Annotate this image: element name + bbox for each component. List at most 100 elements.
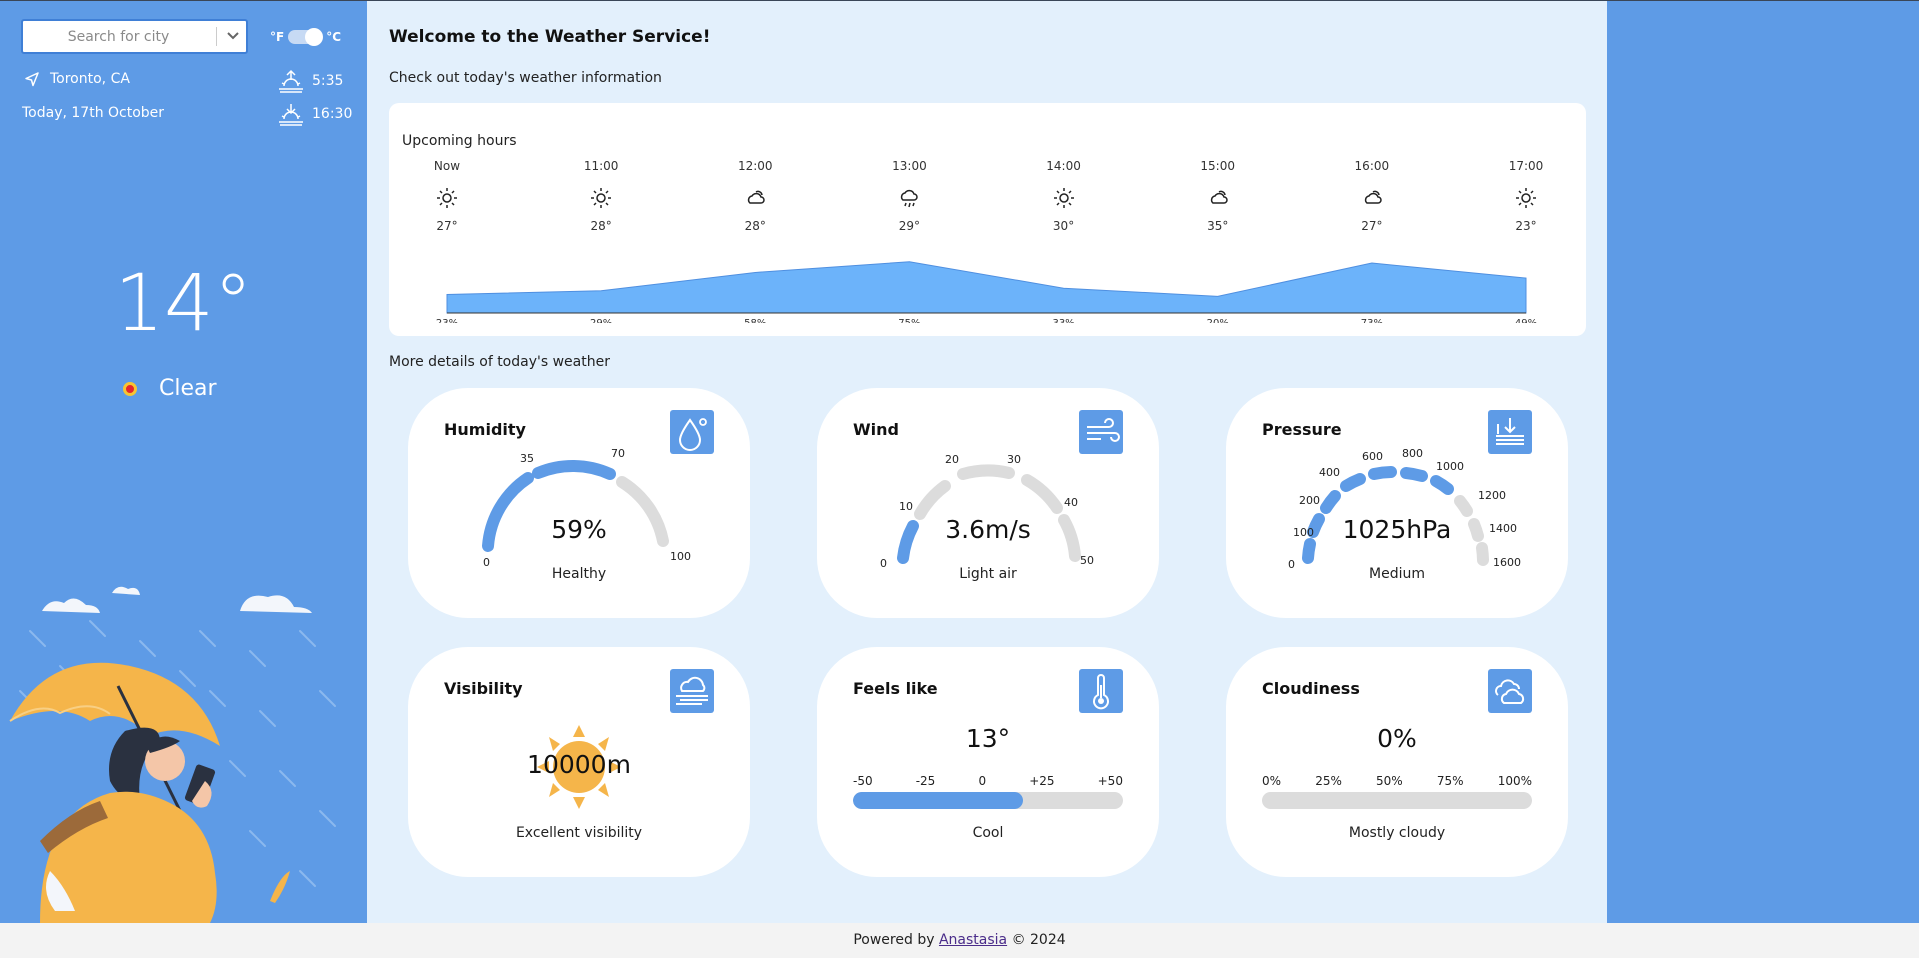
celsius-label: °C: [326, 30, 342, 44]
footer: Powered by Anastasia © 2024: [0, 923, 1919, 958]
hour-temperature: 35°: [1207, 219, 1229, 233]
wind-gauge: 0 10 20 30 40 50: [880, 453, 1094, 570]
scale-tick: 100%: [1497, 774, 1532, 788]
pressure-tick: 1200: [1478, 489, 1506, 502]
condition-label: Clear: [159, 376, 217, 401]
wind-tick: 30: [1007, 453, 1021, 466]
cloudiness-bar: [1262, 792, 1532, 809]
sun-icon: [437, 188, 457, 208]
hour-time: 16:00: [1354, 159, 1390, 173]
humidity-tick: 100: [670, 550, 691, 563]
pressure-tick: 200: [1299, 494, 1320, 507]
wind-value: 3.6m/s: [945, 515, 1031, 544]
wind-tick: 40: [1064, 496, 1078, 509]
thermometer-icon: [1079, 669, 1123, 713]
hour-temperature: 27°: [1361, 219, 1383, 233]
hour-column: 14:00 30°: [1024, 159, 1104, 233]
hour-column: 15:00 35°: [1178, 159, 1258, 233]
cloudiness-label: Mostly cloudy: [1348, 825, 1446, 841]
city-search-select[interactable]: [21, 19, 248, 54]
cloudiness-card: Cloudiness 0% 0% 25% 50% 75% 100% Mostly…: [1226, 647, 1568, 877]
clouds-icon: [1488, 669, 1532, 713]
unit-switch[interactable]: [288, 28, 324, 46]
wind-tick: 20: [945, 453, 959, 466]
upcoming-hours-card: Upcoming hours Now 27° 11:00 28° 12:00 28° 13:…: [389, 103, 1586, 336]
pressure-label: Medium: [1369, 566, 1425, 582]
page-subtitle: Check out today's weather information: [389, 70, 662, 86]
feels-like-fill: [853, 792, 1024, 809]
sidebar: °F °C Toronto, CA Today, 17th October 5:…: [0, 1, 367, 923]
sunset-icon: [279, 104, 303, 126]
cloudiness-title: Cloudiness: [1262, 679, 1360, 698]
hour-column: 12:00 28°: [715, 159, 795, 233]
humidity-card: Humidity 0 35 70 100 59% Healthy: [408, 388, 750, 618]
hour-column: 13:00 29°: [869, 159, 949, 233]
precipitation-area: [446, 261, 1527, 314]
pressure-tick: 800: [1402, 448, 1423, 460]
switch-knob: [305, 28, 324, 46]
sunrise-row: 5:35: [278, 69, 343, 93]
hour-temperature: 28°: [590, 219, 612, 233]
humidity-title: Humidity: [444, 420, 526, 439]
scale-tick: +25: [1029, 774, 1055, 788]
rain-umbrella-illustration: [9, 586, 336, 923]
humidity-tick: 35: [520, 452, 534, 465]
author-link[interactable]: Anastasia: [939, 932, 1007, 948]
scale-tick: +50: [1097, 774, 1123, 788]
feels-like-card: Feels like 13° -50 -25 0 +25 +50 Cool: [817, 647, 1159, 877]
footer-copyright: © 2024: [1011, 932, 1066, 948]
hour-column: 16:00 27°: [1332, 159, 1412, 233]
cloud-sun-icon: [748, 190, 765, 204]
feels-like-title: Feels like: [853, 679, 938, 698]
cloud-sun-icon: [1364, 190, 1382, 204]
feels-like-scale: -50 -25 0 +25 +50: [853, 774, 1123, 788]
cloudiness-value: 0%: [1377, 724, 1417, 753]
sunset-time: 16:30: [312, 106, 353, 122]
wind-card: Wind 0 10 20 30 40 50 3.6m/s Light air: [817, 388, 1159, 618]
sun-icon: [1053, 188, 1074, 208]
visibility-value: 10000m: [527, 750, 631, 779]
precipitation-label: 23%: [436, 318, 458, 323]
current-condition: Clear: [123, 376, 217, 401]
precipitation-label: 58%: [744, 318, 766, 323]
pressure-title: Pressure: [1262, 420, 1342, 439]
sun-icon: [1516, 188, 1536, 208]
wind-tick: 10: [899, 500, 913, 513]
scale-tick: 25%: [1315, 774, 1342, 788]
precipitation-label: 73%: [1361, 318, 1383, 323]
location-row: Toronto, CA: [24, 71, 130, 87]
visibility-label: Excellent visibility: [515, 825, 643, 841]
humidity-gauge: 0 35 70 100: [482, 448, 691, 569]
precipitation-label: 33%: [1052, 318, 1074, 323]
precipitation-label: 49%: [1515, 318, 1537, 323]
current-temperature: 14°: [114, 259, 253, 349]
cloudiness-scale: 0% 25% 50% 75% 100%: [1262, 774, 1532, 788]
search-input[interactable]: [25, 23, 212, 50]
scale-tick: -25: [915, 774, 936, 788]
humidity-tick: 70: [611, 448, 625, 460]
chevron-down-icon[interactable]: [223, 26, 243, 46]
precipitation-label: 75%: [898, 318, 920, 323]
pressure-tick: 1000: [1436, 460, 1464, 473]
unit-toggle[interactable]: °F °C: [270, 27, 341, 47]
hour-temperature: 23°: [1515, 219, 1537, 233]
clear-sun-icon: [123, 381, 137, 396]
pressure-tick: 600: [1362, 450, 1383, 463]
app: °F °C Toronto, CA Today, 17th October 5:…: [0, 0, 1919, 923]
wind-label: Light air: [959, 566, 1017, 582]
location-city: Toronto, CA: [50, 71, 130, 87]
pressure-card: Pressure 0 100 200 400 600 800 1000 1200…: [1226, 388, 1568, 618]
precipitation-label: 29%: [590, 318, 612, 323]
current-date: Today, 17th October: [22, 105, 165, 121]
fog-icon: [670, 669, 714, 713]
sunset-row: 16:30: [278, 102, 352, 126]
humidity-label: Healthy: [551, 566, 607, 582]
hour-temperature: 27°: [436, 219, 458, 233]
hour-time: 13:00: [892, 159, 927, 173]
pressure-value: 1025hPa: [1342, 515, 1452, 544]
pressure-gauge: 0 100 200 400 600 800 1000 1200 1400 160…: [1288, 448, 1521, 571]
hour-column: 17:00 23°: [1486, 159, 1566, 233]
cloud-rain-icon: [901, 189, 919, 208]
hour-time: 15:00: [1200, 159, 1235, 173]
sun-icon: [591, 188, 612, 208]
